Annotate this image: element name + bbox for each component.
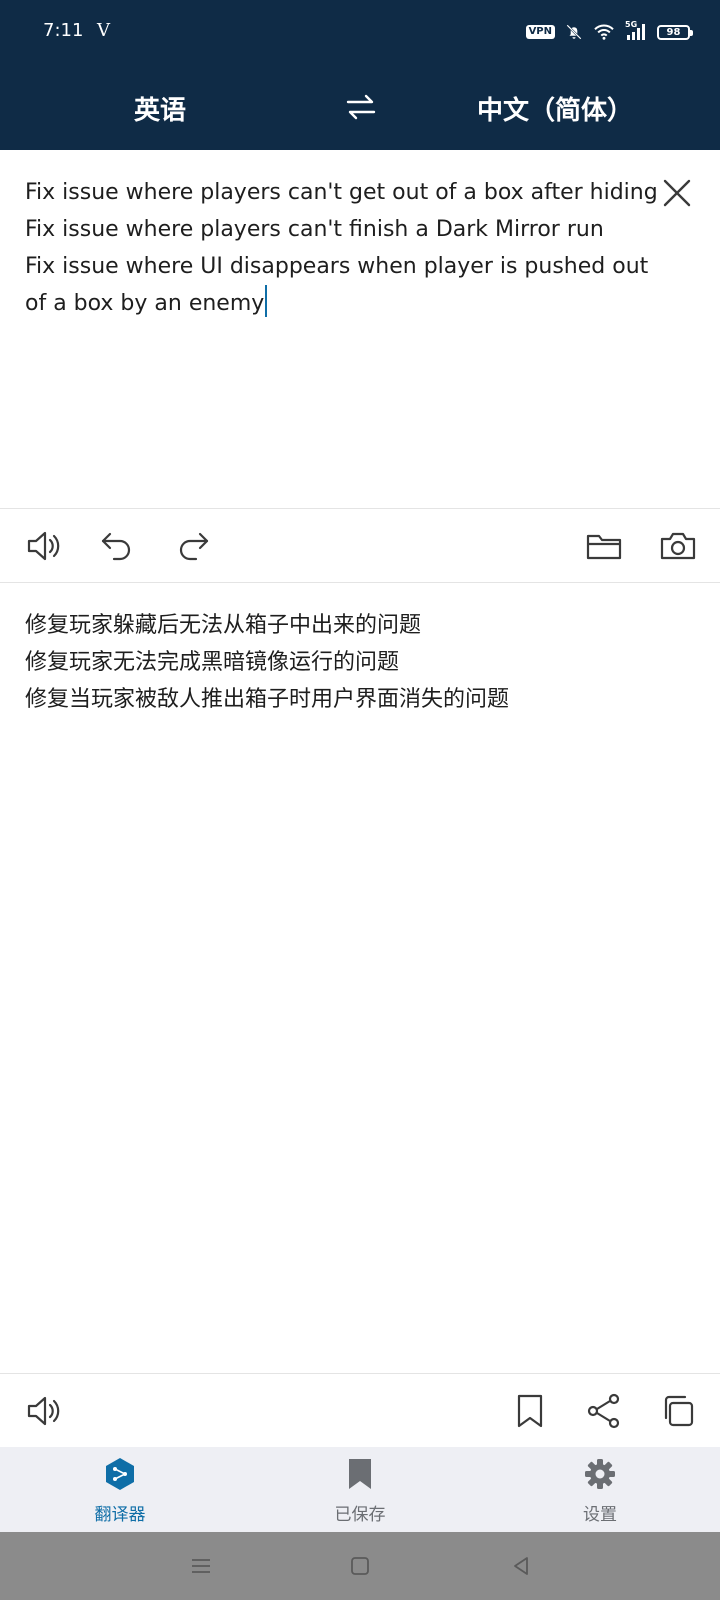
status-time: 7:11 (43, 20, 84, 41)
source-line-last: of a box by an enemy (25, 285, 645, 322)
signal-icon: 5G (625, 20, 647, 42)
source-line: Fix issue where players can't finish a D… (25, 217, 604, 242)
wifi-icon (594, 24, 614, 40)
status-bar: 7:11 V VPN 5G 98 (0, 0, 720, 64)
source-line: of a box by an enemy (25, 291, 265, 316)
nav-label-translator: 翻译器 (94, 1505, 146, 1525)
translation-text: 修复玩家躲藏后无法从箱子中出来的问题 修复玩家无法完成黑暗镜像运行的问题 修复当… (25, 607, 695, 718)
nav-item-translator[interactable]: 翻译器 (45, 1447, 195, 1532)
home-icon[interactable] (348, 1554, 372, 1578)
bookmark-icon (349, 1459, 371, 1489)
nav-label-settings: 设置 (583, 1505, 617, 1525)
nav-label-saved: 已保存 (334, 1505, 386, 1525)
source-line: Fix issue where UI disappears when playe… (25, 254, 649, 279)
battery-icon: 98 (657, 24, 693, 40)
speaker-icon[interactable] (24, 526, 64, 566)
text-caret (265, 285, 268, 317)
source-text[interactable]: Fix issue where players can't get out of… (25, 174, 658, 322)
bookmark-icon[interactable] (510, 1391, 550, 1431)
source-toolbar (0, 509, 720, 581)
gear-icon (585, 1459, 615, 1489)
undo-icon[interactable] (98, 526, 138, 566)
mute-bell-icon (566, 24, 582, 40)
close-icon[interactable] (660, 176, 694, 210)
translation-line: 修复当玩家被敌人推出箱子时用户界面消失的问题 (25, 687, 510, 712)
language-bar: 英语 中文（简体） (0, 72, 720, 140)
source-line: Fix issue where players can't get out of… (25, 180, 658, 205)
menu-icon[interactable] (189, 1554, 213, 1578)
folder-icon[interactable] (584, 526, 624, 566)
translator-icon (106, 1458, 134, 1490)
bottom-navigation: 翻译器 已保存 设置 (0, 1447, 720, 1532)
status-icons: VPN 5G 98 (525, 20, 693, 44)
system-navigation-bar (0, 1532, 720, 1600)
translation-toolbar (0, 1374, 720, 1446)
nav-item-saved[interactable]: 已保存 (285, 1447, 435, 1532)
camera-icon[interactable] (658, 526, 698, 566)
redo-icon[interactable] (172, 526, 212, 566)
translation-line: 修复玩家无法完成黑暗镜像运行的问题 (25, 650, 400, 675)
source-language-selector[interactable]: 英语 (60, 90, 260, 127)
copy-icon[interactable] (658, 1391, 698, 1431)
nav-item-settings[interactable]: 设置 (525, 1447, 675, 1532)
carrier-icon: V (97, 20, 110, 41)
source-text-area[interactable]: Fix issue where players can't get out of… (0, 150, 720, 508)
target-language-selector[interactable]: 中文（简体） (440, 90, 670, 127)
share-icon[interactable] (584, 1391, 624, 1431)
back-icon[interactable] (509, 1554, 533, 1578)
vpn-icon: VPN (525, 25, 555, 39)
swap-arrows-icon[interactable] (342, 88, 380, 126)
divider (0, 582, 720, 583)
translation-line: 修复玩家躲藏后无法从箱子中出来的问题 (25, 613, 422, 638)
speaker-icon[interactable] (24, 1391, 64, 1431)
app-header: 7:11 V VPN 5G 98 英语 中文（简体） (0, 0, 720, 150)
